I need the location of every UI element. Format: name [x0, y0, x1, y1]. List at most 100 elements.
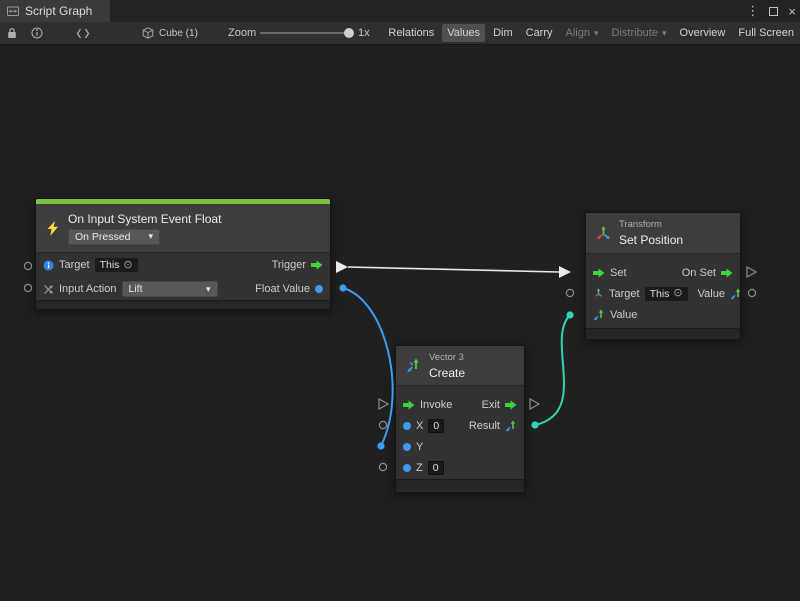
graph-toolbar: Cube (1) Zoom 1x Relations Values Dim Ca…	[0, 22, 800, 45]
float-value-wire	[343, 288, 393, 446]
input-action-dropdown[interactable]: Lift ▾	[122, 281, 218, 297]
node-type-label: Transform	[619, 219, 683, 230]
result-label: Result	[469, 420, 500, 432]
row-y: Y	[396, 436, 524, 457]
lightning-icon	[46, 221, 60, 236]
input-action-label: Input Action	[59, 283, 117, 295]
dim-button[interactable]: Dim	[488, 24, 518, 42]
target-label: Target	[59, 259, 90, 271]
y-label: Y	[416, 441, 423, 453]
gameobject-icon	[43, 260, 54, 271]
row-x-result: X 0 Result	[396, 415, 524, 436]
value-output-port[interactable]	[730, 288, 742, 300]
value-input-label: Value	[610, 309, 637, 321]
maximize-icon[interactable]	[769, 7, 778, 16]
ext-port-exit	[530, 399, 539, 409]
node-title: On Input System Event Float	[68, 212, 221, 226]
target-label: Target	[609, 288, 640, 300]
relations-button[interactable]: Relations	[383, 24, 439, 42]
x-label: X	[416, 420, 423, 432]
ext-port-transform-target	[566, 289, 573, 296]
chevron-down-icon: ▾	[662, 29, 667, 38]
x-input-port[interactable]	[403, 422, 411, 430]
z-label: Z	[416, 462, 423, 474]
zoom-label: Zoom	[228, 22, 256, 44]
node-transform-set-position[interactable]: Transform Set Position Set On Set	[585, 212, 741, 340]
row-input-action-float-value: Input Action Lift ▾ Float Value	[36, 277, 330, 301]
flow-wire-end-arrow	[559, 266, 571, 278]
trigger-output-port[interactable]	[311, 260, 323, 270]
node-on-input-system-event-float[interactable]: On Input System Event Float On Pressed ▾…	[35, 198, 331, 310]
float-value-label: Float Value	[255, 283, 310, 295]
target-object-field[interactable]: This ⊙	[645, 287, 688, 301]
distribute-button[interactable]: Distribute ▾	[607, 24, 672, 42]
row-target-trigger: Target This ⊙ Trigger	[36, 253, 330, 277]
row-set-onset: Set On Set	[586, 262, 740, 283]
tab-strip: Script Graph ⋮ ×	[0, 0, 800, 22]
node-title: Set Position	[619, 233, 683, 247]
ext-port-on-set	[747, 267, 756, 277]
node-type-label: Vector 3	[429, 352, 465, 363]
row-z: Z 0	[396, 457, 524, 478]
exit-label: Exit	[482, 399, 500, 411]
ext-port-x	[379, 421, 386, 428]
invoke-label: Invoke	[420, 399, 452, 411]
on-set-label: On Set	[682, 267, 716, 279]
value-input-port[interactable]	[593, 309, 605, 321]
result-output-port[interactable]	[505, 420, 517, 432]
row-invoke-exit: Invoke Exit	[396, 394, 524, 415]
script-graph-icon	[7, 5, 19, 17]
cube-icon	[142, 27, 154, 39]
set-input-port[interactable]	[593, 268, 605, 278]
vector3-icon	[406, 358, 421, 373]
chevron-down-icon: ▾	[206, 285, 211, 294]
row-value-input: Value	[586, 304, 740, 325]
chevron-down-icon: ▾	[148, 232, 153, 241]
ext-port-target	[24, 262, 31, 269]
node-footer	[396, 479, 524, 492]
align-button[interactable]: Align ▾	[561, 24, 604, 42]
invoke-input-port[interactable]	[403, 400, 415, 410]
chevron-down-icon: ▾	[594, 29, 599, 38]
zoom-value: 1x	[358, 22, 370, 44]
value-output-label: Value	[698, 288, 725, 300]
graph-target-label: Cube (1)	[159, 28, 198, 39]
node-vector3-create[interactable]: Vector 3 Create Invoke Exit X 0	[395, 345, 525, 493]
transform-target-icon	[593, 288, 604, 299]
ext-port-value-out	[748, 289, 755, 296]
graph-target[interactable]: Cube (1)	[142, 22, 198, 44]
close-icon[interactable]: ×	[788, 4, 796, 19]
result-wire	[535, 315, 570, 425]
lock-icon[interactable]	[7, 22, 17, 44]
z-value-field[interactable]: 0	[428, 461, 444, 475]
window-menu-icon[interactable]: ⋮	[746, 3, 759, 19]
on-set-output-port[interactable]	[721, 268, 733, 278]
target-object-field[interactable]: This ⊙	[95, 258, 138, 272]
flow-wire-start-arrow	[336, 261, 348, 273]
values-button[interactable]: Values	[442, 24, 485, 42]
code-icon[interactable]	[76, 22, 90, 44]
tab-label: Script Graph	[25, 4, 92, 18]
node-title: Create	[429, 366, 465, 380]
exit-output-port[interactable]	[505, 400, 517, 410]
fullscreen-button[interactable]: Full Screen	[733, 24, 799, 42]
trigger-label: Trigger	[272, 259, 306, 271]
x-value-field[interactable]: 0	[428, 419, 444, 433]
ext-port-z	[379, 463, 386, 470]
graph-canvas[interactable]: On Input System Event Float On Pressed ▾…	[0, 45, 800, 601]
row-target-value: Target This ⊙ Value	[586, 283, 740, 304]
event-mode-dropdown[interactable]: On Pressed ▾	[68, 229, 160, 245]
zoom-slider-handle[interactable]	[344, 28, 354, 38]
carry-button[interactable]: Carry	[521, 24, 558, 42]
y-input-port[interactable]	[403, 443, 411, 451]
flow-wire	[348, 267, 559, 272]
info-icon[interactable]	[31, 22, 43, 44]
float-value-output-port[interactable]	[315, 285, 323, 293]
node-footer	[586, 328, 740, 339]
overview-button[interactable]: Overview	[675, 24, 731, 42]
set-label: Set	[610, 267, 627, 279]
tab-script-graph[interactable]: Script Graph	[0, 0, 110, 22]
zoom-slider-track[interactable]	[260, 32, 352, 34]
z-input-port[interactable]	[403, 464, 411, 472]
transform-icon	[596, 226, 611, 241]
